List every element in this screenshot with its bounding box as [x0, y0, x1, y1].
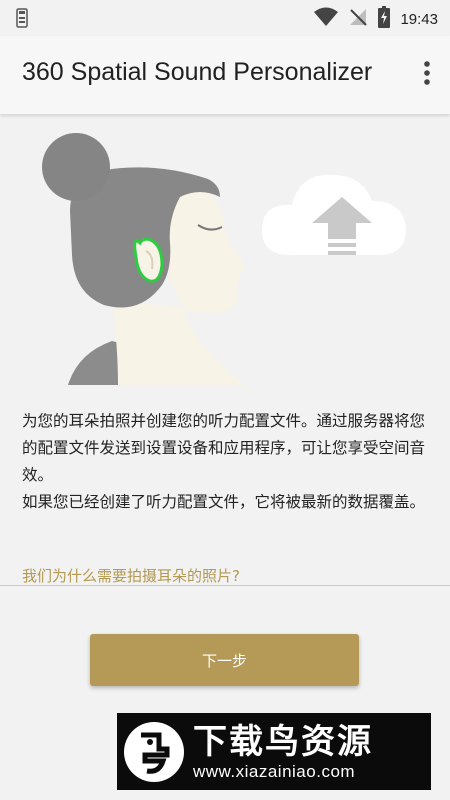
status-time: 19:43 [400, 10, 438, 28]
more-vert-icon[interactable] [418, 58, 436, 88]
description-paragraph: 如果您已经创建了听力配置文件，它将被最新的数据覆盖。 [22, 493, 426, 511]
page-title: 360 Spatial Sound Personalizer [22, 58, 373, 86]
watermark-text: 下载鸟资源 www.xiazainiao.com [193, 722, 373, 782]
status-icons: 19:43 [314, 6, 438, 32]
bird-logo-icon [123, 721, 185, 783]
cloud-upload-icon [262, 174, 406, 255]
hero-illustration [0, 115, 450, 395]
app-bar: 360 Spatial Sound Personalizer [0, 36, 450, 114]
description-paragraph: 为您的耳朵拍照并创建您的听力配置文件。通过服务器将您的配置文件发送到设置设备和应… [22, 412, 426, 484]
next-button[interactable]: 下一步 [90, 634, 359, 686]
watermark-banner: 下载鸟资源 www.xiazainiao.com [117, 713, 431, 790]
woman-head-illustration [42, 133, 246, 385]
divider [0, 585, 450, 586]
description: 为您的耳朵拍照并创建您的听力配置文件。通过服务器将您的配置文件发送到设置设备和应… [22, 408, 430, 516]
battery-charging-icon [378, 6, 391, 32]
watermark-url: www.xiazainiao.com [193, 761, 356, 781]
watermark-title: 下载鸟资源 [193, 721, 373, 762]
status-bar: 19:43 [0, 0, 450, 36]
no-signal-icon [348, 7, 368, 31]
wifi-icon [314, 7, 339, 31]
why-ear-photo-link[interactable]: 我们为什么需要拍摄耳朵的照片? [22, 565, 240, 586]
sim-card-icon [16, 8, 28, 32]
